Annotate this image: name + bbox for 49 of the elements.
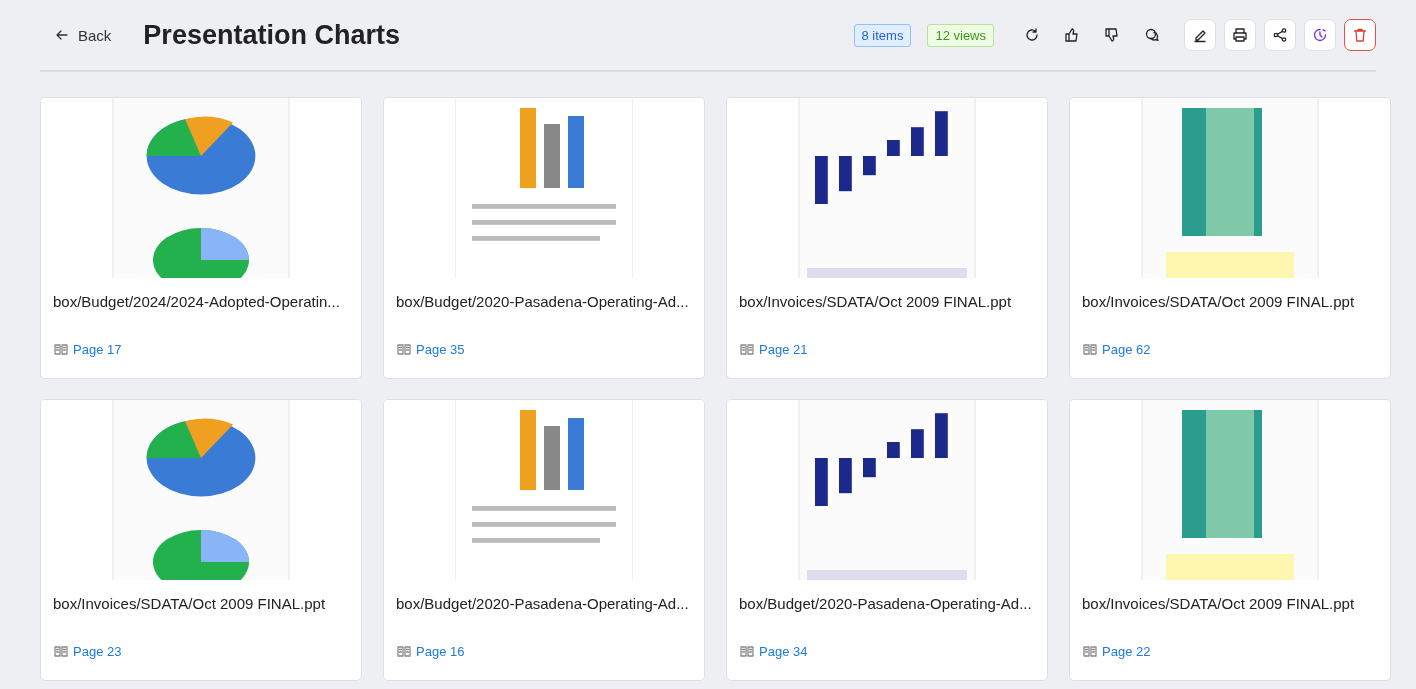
thumbs-down-icon: [1104, 27, 1120, 43]
book-icon: [1082, 341, 1098, 357]
book-icon: [53, 341, 69, 357]
clock-icon: [1312, 27, 1328, 43]
file-path: box/Budget/2020-Pasadena-Operating-Ad...: [395, 292, 690, 312]
page-link[interactable]: Page 23: [73, 643, 122, 659]
page-link[interactable]: Page 35: [416, 341, 465, 357]
result-card[interactable]: box/Invoices/SDATA/Oct 2009 FINAL.ppt Page 21: [726, 97, 1048, 379]
back-button[interactable]: Back: [40, 26, 112, 44]
result-card[interactable]: box/Budget/2020-Pasadena-Operating-Ad... Page 16: [383, 399, 705, 681]
result-card[interactable]: box/Invoices/SDATA/Oct 2009 FINAL.ppt Page 22: [1069, 399, 1391, 681]
result-card[interactable]: box/Budget/2024/2024-Adopted-Operatin... Page 17: [40, 97, 362, 379]
page-link[interactable]: Page 34: [759, 643, 808, 659]
file-path: box/Budget/2020-Pasadena-Operating-Ad...: [395, 594, 690, 614]
views-badge: 12 views: [927, 23, 994, 47]
file-path: box/Budget/2024/2024-Adopted-Operatin...: [52, 292, 341, 312]
printer-icon: [1232, 27, 1248, 43]
file-path: box/Invoices/SDATA/Oct 2009 FINAL.ppt: [1081, 292, 1356, 312]
result-card[interactable]: box/Budget/2020-Pasadena-Operating-Ad... Page 34: [726, 399, 1048, 681]
share-button[interactable]: [1264, 19, 1296, 51]
items-badge: 8 items: [853, 23, 912, 47]
refresh-icon: [1024, 27, 1040, 43]
book-icon: [739, 341, 755, 357]
book-icon: [53, 643, 69, 659]
book-icon: [1082, 643, 1098, 659]
page-link[interactable]: Page 16: [416, 643, 465, 659]
book-icon: [396, 643, 412, 659]
file-path: box/Invoices/SDATA/Oct 2009 FINAL.ppt: [52, 594, 327, 614]
book-icon: [739, 643, 755, 659]
edit-button[interactable]: [1184, 19, 1216, 51]
thumbs-up-icon: [1064, 27, 1080, 43]
history-button[interactable]: [1304, 19, 1336, 51]
page-link[interactable]: Page 17: [73, 341, 122, 357]
page-title: Presentation Charts: [143, 19, 401, 51]
share-icon: [1272, 27, 1288, 43]
file-path: box/Budget/2020-Pasadena-Operating-Ad...: [738, 594, 1033, 614]
delete-button[interactable]: [1344, 19, 1376, 51]
chat-bubbles-icon: [1144, 27, 1160, 43]
page-link[interactable]: Page 22: [1102, 643, 1151, 659]
result-card[interactable]: box/Invoices/SDATA/Oct 2009 FINAL.ppt Page 62: [1069, 97, 1391, 379]
page-link[interactable]: Page 62: [1102, 341, 1151, 357]
trash-icon: [1352, 27, 1368, 43]
page-link[interactable]: Page 21: [759, 341, 808, 357]
book-icon: [396, 341, 412, 357]
print-button[interactable]: [1224, 19, 1256, 51]
file-path: box/Invoices/SDATA/Oct 2009 FINAL.ppt: [1081, 594, 1356, 614]
result-card[interactable]: box/Budget/2020-Pasadena-Operating-Ad... Page 35: [383, 97, 705, 379]
file-path: box/Invoices/SDATA/Oct 2009 FINAL.ppt: [738, 292, 1013, 312]
result-card[interactable]: box/Invoices/SDATA/Oct 2009 FINAL.ppt Page 23: [40, 399, 362, 681]
